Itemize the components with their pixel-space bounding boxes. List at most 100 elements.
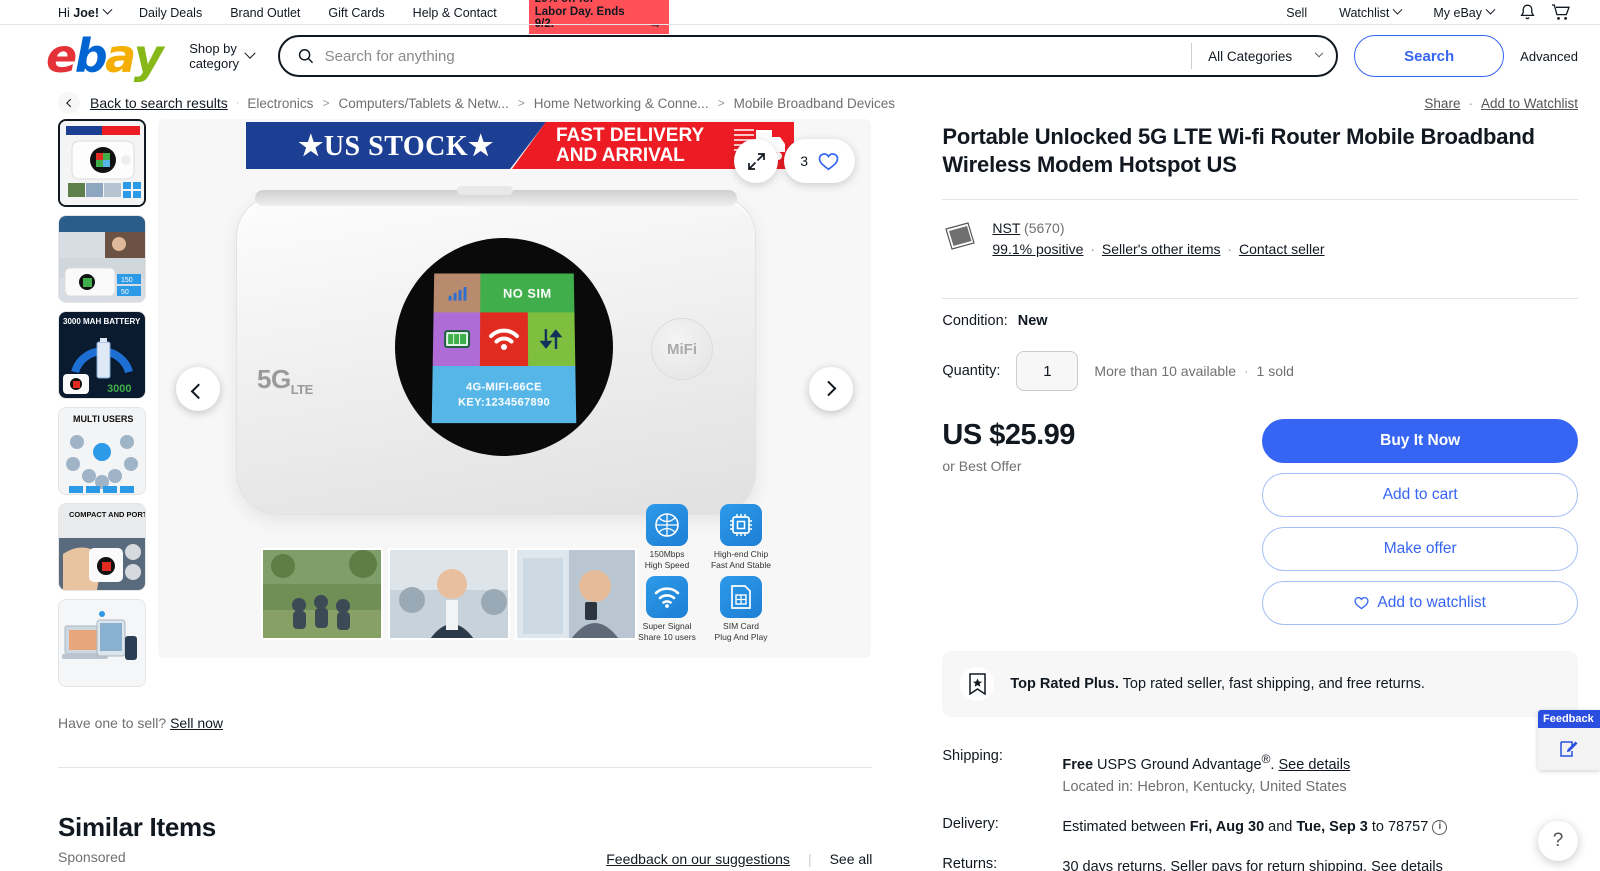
thumbnail-main-product[interactable]	[58, 119, 146, 207]
device-power-button: MiFi	[651, 318, 713, 380]
nav-brand-outlet[interactable]: Brand Outlet	[216, 6, 314, 20]
svg-text:3000 MAH BATTERY: 3000 MAH BATTERY	[63, 317, 141, 326]
nav-watchlist-label: Watchlist	[1339, 5, 1390, 20]
nav-watchlist[interactable]: Watchlist	[1323, 4, 1417, 20]
device-ssid: 4G-MIFI-66CE	[466, 381, 542, 394]
breadcrumb-separator: >	[717, 96, 725, 110]
svg-text:COMPACT AND PORTABLE: COMPACT AND PORTABLE	[69, 510, 145, 519]
shipping-row: Shipping: Free USPS Ground Advantage®. S…	[942, 739, 1578, 807]
price-and-actions: US $25.99 or Best Offer Buy It Now Add t…	[942, 395, 1578, 625]
seller-positive-feedback-link[interactable]: 99.1% positive	[992, 241, 1083, 257]
category-select[interactable]: All Categories	[1191, 43, 1336, 69]
search-input-wrap	[280, 37, 1192, 75]
feature-super-signal: Super Signal Share 10 users	[635, 576, 699, 642]
logo-letter-e: e	[46, 29, 77, 83]
expand-image-button[interactable]	[734, 139, 778, 183]
breadcrumb: Back to search results · Electronics > C…	[0, 87, 1600, 119]
returns-see-details-link[interactable]: See details	[1371, 859, 1443, 871]
previous-image-button[interactable]	[176, 366, 220, 411]
separator: ·	[1468, 95, 1473, 111]
info-icon[interactable]: i	[1432, 819, 1448, 835]
buy-it-now-button[interactable]: Buy It Now	[1262, 419, 1578, 463]
top-rated-plus-banner: Top Rated Plus. Top rated seller, fast s…	[942, 651, 1578, 717]
promo-banner[interactable]: 20% off for Labor Day. Ends 9/2. →	[528, 0, 669, 34]
device-key: KEY:1234567890	[457, 396, 551, 409]
quantity-input[interactable]: 1	[1016, 351, 1079, 391]
make-offer-button[interactable]: Make offer	[1262, 527, 1578, 571]
us-stock-banner: ★US STOCK★ FAST DELIVERY AND ARRIVAL	[246, 122, 794, 169]
greeting-menu[interactable]: Hi Joe!	[58, 4, 125, 20]
thumbnail-multi-users[interactable]: MULTI USERS	[58, 407, 146, 495]
seller-name-link[interactable]: NST	[992, 220, 1020, 236]
shipping-value: Free USPS Ground Advantage®. See details…	[1062, 748, 1350, 798]
breadcrumb-item-electronics[interactable]: Electronics	[247, 96, 313, 111]
wifi-signal-icon	[646, 576, 688, 618]
chevron-left-icon[interactable]	[58, 92, 80, 114]
delivery-value: Estimated between Fri, Aug 30 and Tue, S…	[1062, 816, 1448, 838]
svg-text:50: 50	[121, 289, 129, 296]
main-product-image[interactable]: ★US STOCK★ FAST DELIVERY AND ARRIVAL 5GL…	[158, 119, 871, 658]
shipping-free-label: Free	[1062, 756, 1094, 773]
nav-help-contact[interactable]: Help & Contact	[399, 6, 511, 20]
help-button[interactable]: ?	[1538, 821, 1578, 861]
breadcrumb-separator: >	[517, 96, 525, 110]
thumbnail-lifestyle-train[interactable]: 150 50	[58, 215, 146, 303]
expand-arrows-icon	[747, 152, 765, 170]
shop-by-category-button[interactable]: Shop by category	[189, 41, 256, 71]
back-to-search-results-link[interactable]: Back to search results	[90, 95, 228, 111]
share-link[interactable]: Share	[1424, 96, 1460, 111]
ebay-logo[interactable]: e b a y	[46, 29, 164, 83]
add-to-cart-button[interactable]: Add to cart	[1262, 473, 1578, 517]
thumbnail-battery-3000mah[interactable]: 3000 MAH BATTERY 3000	[58, 311, 146, 399]
thumbnail-devices-connected[interactable]	[58, 599, 146, 687]
nav-daily-deals[interactable]: Daily Deals	[125, 6, 216, 20]
condition-label: Condition:	[942, 313, 1008, 329]
sellers-other-items-link[interactable]: Seller's other items	[1102, 241, 1221, 257]
shopping-cart-icon[interactable]	[1544, 0, 1578, 26]
category-select-value: All Categories	[1208, 48, 1293, 64]
chevron-down-icon	[1392, 4, 1403, 15]
separator: ·	[1090, 241, 1096, 257]
svg-text:150: 150	[121, 277, 133, 284]
nav-sell[interactable]: Sell	[1270, 6, 1323, 20]
breadcrumb-item-home-networking[interactable]: Home Networking & Conne...	[534, 96, 709, 111]
search-input[interactable]	[324, 37, 1192, 75]
top-rated-plus-text: Top Rated Plus. Top rated seller, fast s…	[1010, 676, 1425, 692]
section-divider	[58, 767, 873, 768]
data-transfer-icon	[527, 312, 576, 367]
device-screen: NO SIM 4G-MIFI-66CE KEY:1234567890	[431, 273, 577, 424]
back-to-search-results-button[interactable]: Back to search results	[58, 92, 228, 114]
shipping-see-details-link[interactable]: See details	[1278, 757, 1350, 773]
nav-my-ebay[interactable]: My eBay	[1417, 4, 1510, 20]
nav-my-ebay-label: My eBay	[1433, 5, 1482, 20]
globe-network-icon	[646, 504, 688, 546]
thumbnail-compact-portable[interactable]: COMPACT AND PORTABLE	[58, 503, 146, 591]
nav-gift-cards[interactable]: Gift Cards	[314, 6, 398, 20]
watch-count-badge[interactable]: 3	[784, 139, 855, 183]
action-buttons: Buy It Now Add to cart Make offer Add to…	[1262, 419, 1578, 625]
add-to-watchlist-link[interactable]: Add to Watchlist	[1481, 96, 1578, 111]
logo-letter-b: b	[74, 29, 108, 83]
breadcrumb-item-computers-tablets[interactable]: Computers/Tablets & Netw...	[338, 96, 508, 111]
feedback-tab[interactable]: Feedback	[1538, 710, 1600, 770]
notifications-bell-icon[interactable]	[1510, 0, 1544, 26]
see-all-link[interactable]: See all	[830, 851, 873, 867]
contact-seller-link[interactable]: Contact seller	[1239, 241, 1325, 257]
watch-count: 3	[800, 153, 808, 169]
condition-row: Condition: New	[942, 299, 1578, 335]
search-button[interactable]: Search	[1354, 35, 1505, 77]
seller-name-row: NST (5670)	[992, 218, 1324, 239]
sell-now-link[interactable]: Sell now	[170, 715, 223, 731]
feature-icons-grid: 150Mbps High Speed High-end Chip Fast And …	[635, 504, 773, 642]
add-to-watchlist-button[interactable]: Add to watchlist	[1262, 581, 1578, 625]
delivery-date-from: Fri, Aug 30	[1189, 818, 1265, 835]
advanced-search-link[interactable]: Advanced	[1520, 49, 1578, 64]
breadcrumb-item-mobile-broadband[interactable]: Mobile Broadband Devices	[734, 96, 895, 111]
condition-value: New	[1017, 313, 1048, 329]
feedback-on-suggestions-link[interactable]: Feedback on our suggestions	[606, 851, 790, 867]
lifestyle-photo-phone	[515, 548, 637, 640]
next-image-button[interactable]	[809, 366, 853, 411]
top-bar-divider	[0, 24, 1600, 25]
lifestyle-photo-meeting	[388, 548, 510, 640]
svg-text:3000: 3000	[107, 383, 131, 395]
